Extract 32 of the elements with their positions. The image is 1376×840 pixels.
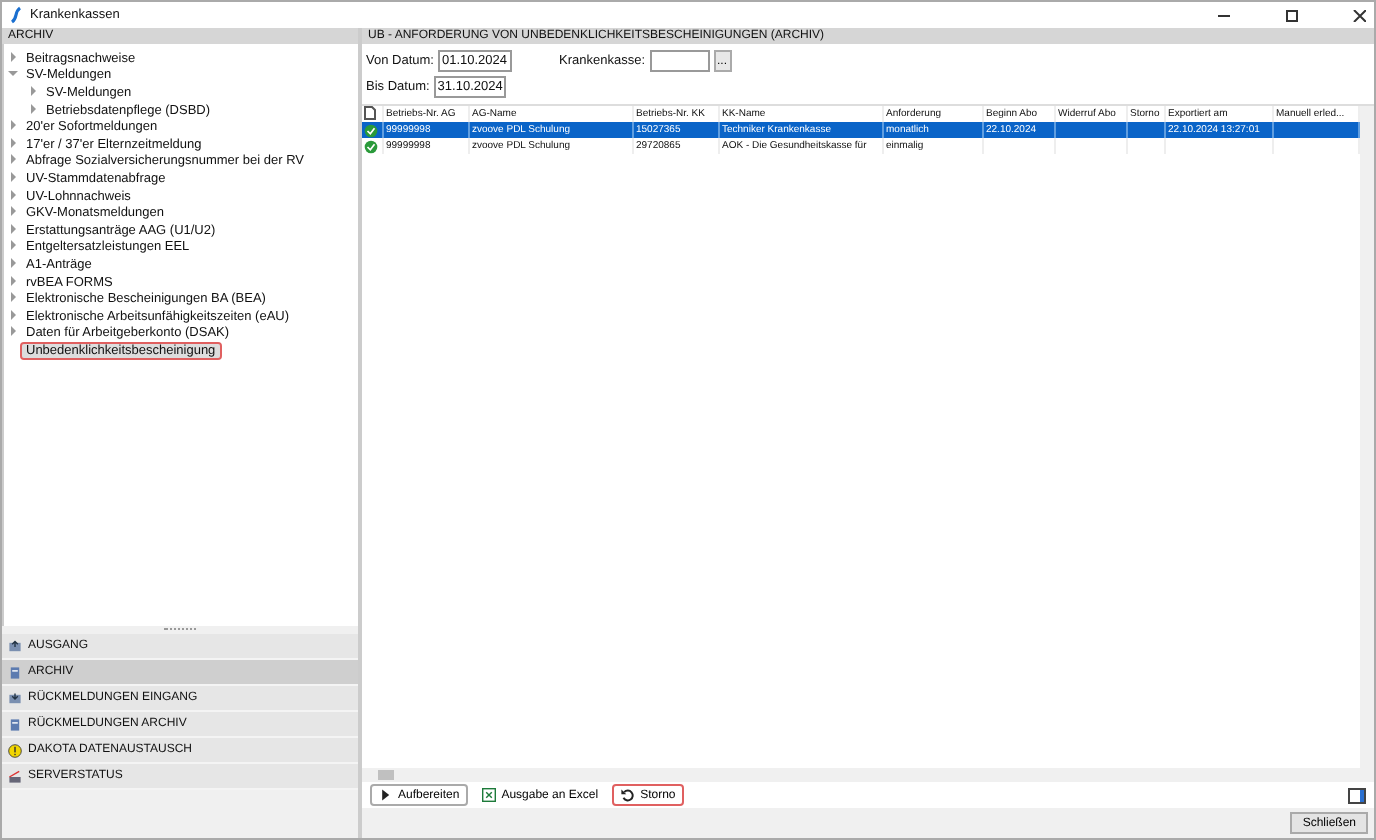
expand-icon[interactable]: [8, 275, 18, 286]
expand-icon[interactable]: [8, 326, 18, 337]
expand-icon[interactable]: [8, 51, 18, 62]
inbox-icon: [8, 691, 22, 705]
horizontal-scrollbar[interactable]: [362, 768, 1374, 782]
undo-icon: [620, 788, 635, 802]
collapse-icon[interactable]: [8, 68, 18, 79]
expand-icon[interactable]: [8, 292, 18, 303]
expand-icon[interactable]: [8, 154, 18, 165]
archive-icon: [8, 717, 22, 731]
expand-icon[interactable]: [8, 257, 18, 268]
vertical-scrollbar[interactable]: [1360, 106, 1374, 768]
expand-icon[interactable]: [28, 85, 38, 96]
archive-icon: [8, 665, 22, 679]
server-icon: [8, 769, 22, 783]
expand-icon[interactable]: [8, 309, 18, 320]
expand-icon[interactable]: [8, 171, 18, 182]
spreadsheet-icon: [481, 788, 496, 802]
expand-icon[interactable]: [8, 120, 18, 131]
input-field[interactable]: [649, 50, 710, 72]
expand-icon[interactable]: [8, 137, 18, 148]
expand-icon[interactable]: [8, 206, 18, 217]
outbox-icon: [8, 639, 22, 653]
expand-icon[interactable]: [28, 103, 38, 114]
expand-icon[interactable]: [8, 223, 18, 234]
panel-toggle-icon[interactable]: [1348, 787, 1366, 803]
expand-icon[interactable]: [8, 189, 18, 200]
warning-icon: [8, 743, 22, 757]
maximize-icon[interactable]: [1286, 9, 1298, 21]
app-icon: [10, 6, 22, 24]
expand-icon[interactable]: [8, 240, 18, 251]
play-icon: [378, 788, 392, 802]
